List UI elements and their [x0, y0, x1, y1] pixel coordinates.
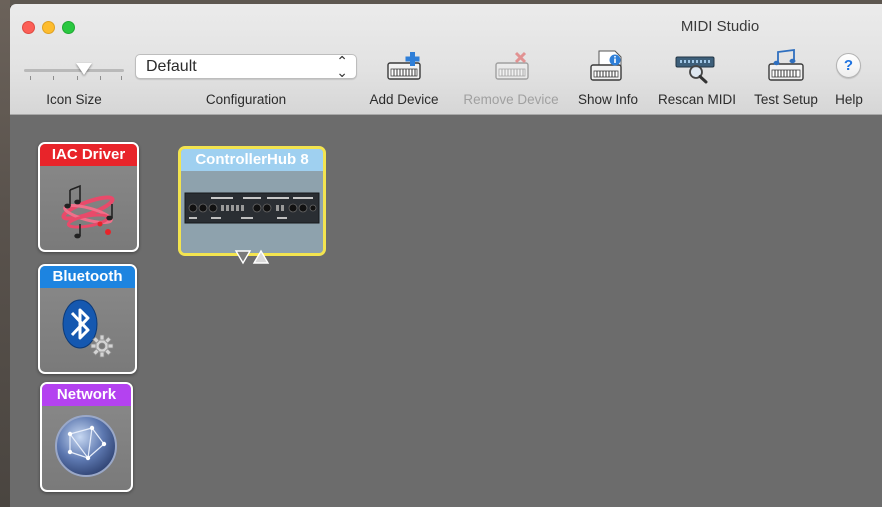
close-button[interactable] — [22, 21, 35, 34]
chevron-updown-icon: ⌃ ⌄ — [336, 53, 348, 80]
window-title: MIDI Studio — [680, 18, 760, 35]
show-info-label: Show Info — [577, 92, 639, 107]
help-label: Help — [835, 92, 863, 107]
add-device-label: Add Device — [369, 92, 439, 107]
music-notes-icon — [61, 184, 115, 239]
keyboard-plus-icon — [387, 52, 421, 80]
slider-tick — [30, 76, 31, 80]
minimize-button[interactable] — [42, 21, 55, 34]
midi-interface-hardware-icon — [181, 171, 323, 253]
bluetooth-label: Bluetooth — [40, 266, 135, 288]
bluetooth-icon — [62, 299, 114, 358]
info-keyboard-icon — [590, 50, 622, 81]
iac-driver-card[interactable]: IAC Driver — [38, 142, 139, 252]
remove-device-button[interactable] — [490, 49, 534, 85]
zoom-button[interactable] — [62, 21, 75, 34]
network-label: Network — [42, 384, 131, 406]
device-label: ControllerHub 8 — [181, 149, 323, 171]
configuration-label: Configuration — [205, 92, 287, 107]
iac-driver-label: IAC Driver — [40, 144, 137, 166]
bluetooth-card[interactable]: Bluetooth — [38, 264, 137, 374]
icon-size-label: Icon Size — [46, 92, 102, 107]
icon-size-slider[interactable] — [24, 60, 124, 80]
desktop-background-left — [0, 0, 10, 507]
toolbar: MIDI Studio Icon Size Default ⌃ ⌄ Configu… — [10, 4, 882, 115]
midi-ports-icon[interactable] — [234, 249, 270, 265]
midi-studio-window: MIDI Studio Icon Size Default ⌃ ⌄ Configu… — [10, 4, 882, 507]
configuration-select[interactable]: Default ⌃ ⌄ — [135, 54, 357, 79]
test-setup-button[interactable] — [764, 49, 808, 85]
keyboard-notes-icon — [768, 49, 804, 81]
slider-tick — [77, 76, 78, 80]
keyboard-remove-icon — [495, 51, 529, 80]
slider-tick — [53, 76, 54, 80]
controllerhub-8-device[interactable]: ControllerHub 8 — [178, 146, 326, 256]
slider-knob[interactable] — [76, 63, 92, 75]
configuration-value: Default — [146, 58, 197, 75]
rescan-magnifier-icon — [675, 56, 715, 84]
globe-icon — [55, 415, 117, 477]
test-setup-label: Test Setup — [754, 92, 818, 107]
add-device-button[interactable] — [382, 49, 426, 85]
slider-tick — [121, 76, 122, 80]
rescan-midi-button[interactable] — [672, 49, 718, 85]
midi-configuration-canvas[interactable]: IAC Driver Bluetooth Network ControllerH… — [10, 116, 882, 507]
rescan-midi-label: Rescan MIDI — [657, 92, 737, 107]
slider-track — [24, 69, 124, 72]
help-button[interactable]: ? — [836, 53, 861, 78]
show-info-button[interactable] — [585, 49, 629, 85]
question-mark-icon: ? — [843, 57, 854, 74]
network-card[interactable]: Network — [40, 382, 133, 492]
slider-tick — [100, 76, 101, 80]
remove-device-label: Remove Device — [463, 92, 559, 107]
